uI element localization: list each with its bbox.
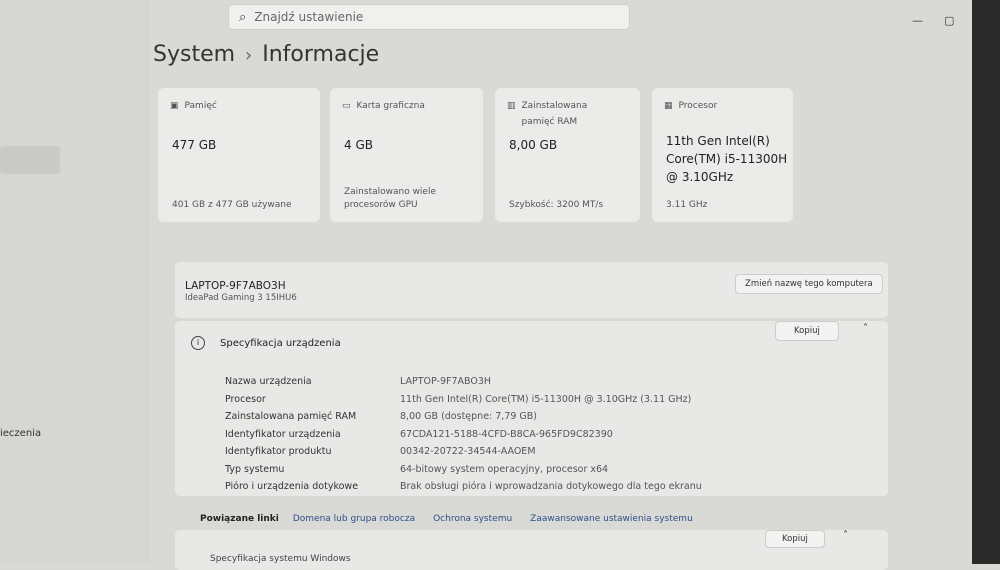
storage-card[interactable]: ▣ Pamięć 477 GB 401 GB z 477 GB używane: [158, 88, 320, 222]
device-header: LAPTOP-9F7ABO3H IdeaPad Gaming 3 15IHU6 …: [175, 262, 888, 318]
sidebar-selected-item[interactable]: [0, 146, 60, 174]
spec-row: Typ systemu 64-bitowy system operacyjny, …: [225, 463, 609, 475]
windows-specs-title: Specyfikacja systemu Windows: [210, 554, 351, 564]
link-system-protection[interactable]: Ochrona systemu: [433, 514, 512, 524]
specs-title: Specyfikacja urządzenia: [220, 338, 341, 349]
cpu-icon: ▦: [664, 101, 673, 111]
link-domain-workgroup[interactable]: Domena lub grupa robocza: [293, 514, 415, 524]
spec-row: Identyfikator produktu 00342-20722-34544-…: [225, 446, 536, 457]
spec-row: Nazwa urządzenia LAPTOP-9F7ABO3H: [225, 376, 492, 387]
device-model: IdeaPad Gaming 3 15IHU6: [185, 293, 297, 303]
chevron-up-icon[interactable]: ˄: [863, 323, 868, 334]
copy-windows-specs-button[interactable]: Kopiuj: [765, 530, 825, 548]
ram-icon: ▥: [507, 101, 516, 111]
cpu-card[interactable]: ▦ Procesor 11th Gen Intel(R) Core(TM) i5-…: [652, 88, 793, 222]
link-advanced-settings[interactable]: Zaawansowane ustawienia systemu: [530, 514, 693, 524]
spec-row: Pióro i urządzenia dotykowe Brak obsługi …: [225, 481, 702, 492]
breadcrumb-separator: ›: [245, 45, 253, 66]
ram-card[interactable]: ▥ Zainstalowana pamięć RAM 8,00 GB Szybkoś…: [495, 88, 640, 222]
breadcrumb-parent[interactable]: System: [153, 42, 235, 67]
spec-row: Procesor 11th Gen Intel(R) Core(TM) i5-11…: [225, 393, 692, 405]
chevron-up-icon[interactable]: ˄: [843, 530, 848, 541]
gpu-icon: ▭: [342, 101, 351, 111]
search-icon: ⌕: [239, 9, 247, 25]
copy-specs-button[interactable]: Kopiuj: [775, 321, 839, 341]
search-input[interactable]: ⌕ Znajdź ustawienie: [228, 4, 630, 30]
sidebar: [0, 0, 150, 564]
maximize-button[interactable]: ▢: [944, 14, 954, 27]
spec-row: Zainstalowana pamięć RAM 8,00 GB (dostępn…: [225, 411, 538, 422]
breadcrumb-current: Informacje: [262, 42, 380, 67]
rename-pc-button[interactable]: Zmień nazwę tego komputera: [735, 274, 883, 294]
windows-specs-section: Specyfikacja systemu Windows Kopiuj ˄: [175, 530, 888, 570]
sidebar-item-security[interactable]: ieczenia: [0, 428, 41, 439]
device-name: LAPTOP-9F7ABO3H: [185, 280, 286, 292]
related-links: Powiązane linki Domena lub grupa robocza…: [200, 514, 693, 524]
device-specs-section: i Specyfikacja urządzenia Kopiuj ˄ Nazwa…: [175, 321, 888, 496]
info-icon: i: [191, 336, 205, 350]
gpu-card[interactable]: ▭ Karta graficzna 4 GB Zainstalowano wiele…: [330, 88, 483, 222]
page-title: System › Informacje: [153, 42, 379, 67]
specs-table: Nazwa urządzenia LAPTOP-9F7ABO3H Procesor…: [225, 373, 702, 496]
screen-bezel: [972, 0, 1000, 564]
storage-icon: ▣: [170, 101, 179, 111]
spec-row: Identyfikator urządzenia 67CDA121-5188-4C…: [225, 428, 613, 440]
minimize-button[interactable]: —: [912, 14, 923, 27]
